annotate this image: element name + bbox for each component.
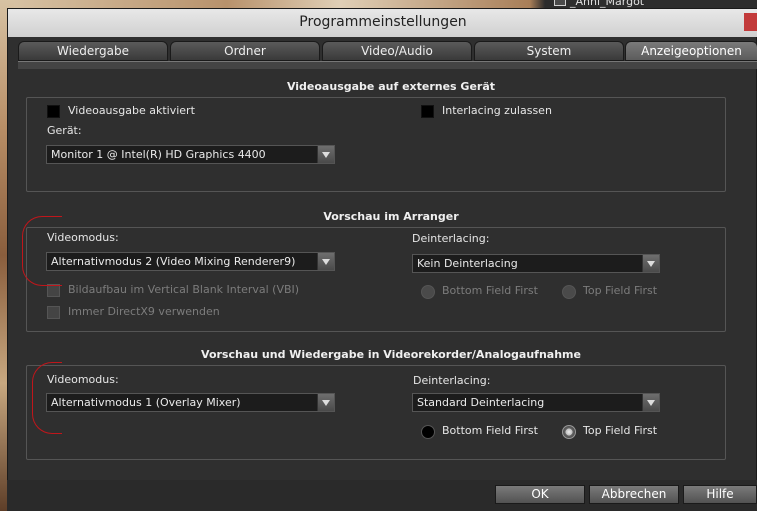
arranger-bottom-field-radio[interactable] [421,285,435,299]
arranger-deinterlacing-select[interactable]: Kein Deinterlacing [412,254,660,273]
cancel-button[interactable]: Abbrechen [589,485,679,504]
device-select[interactable]: Monitor 1 @ Intel(R) HD Graphics 4400 [46,145,335,164]
arranger-top-field-label: Top Field First [583,284,658,297]
section-title-external-output: Videoausgabe auf externes Gerät [286,80,496,93]
tab-strip-divider [18,61,757,69]
recorder-deinterlacing-select[interactable]: Standard Deinterlacing [412,393,660,412]
recorder-videomode-value: Alternativmodus 1 (Overlay Mixer) [51,396,241,409]
arranger-videomode-value: Alternativmodus 2 (Video Mixing Renderer… [51,255,296,268]
directx9-label: Immer DirectX9 verwenden [68,305,220,318]
vbi-label: Bildaufbau im Vertical Blank Interval (V… [68,283,300,296]
recorder-videomode-select[interactable]: Alternativmodus 1 (Overlay Mixer) [46,393,335,412]
file-icon [554,0,566,6]
arranger-deinterlacing-value: Kein Deinterlacing [417,257,518,270]
annotation-mark-recorder [32,362,62,434]
annotation-mark-arranger [22,216,62,286]
chevron-down-icon [642,394,659,411]
interlacing-checkbox[interactable] [421,105,434,118]
device-select-value: Monitor 1 @ Intel(R) HD Graphics 4400 [51,148,266,161]
section-title-arranger-preview: Vorschau im Arranger [323,210,459,223]
video-output-checkbox[interactable] [47,105,60,118]
device-label: Gerät: [47,124,82,137]
chevron-down-icon [317,146,334,163]
dialog-title: Programmeinstellungen [299,14,467,30]
tab-wiedergabe[interactable]: Wiedergabe [18,41,168,61]
section-title-recorder-preview: Vorschau und Wiedergabe in Videorekorder… [201,348,581,361]
close-button[interactable] [744,13,757,31]
arranger-bottom-field-label: Bottom Field First [442,284,538,297]
recorder-preview-group [26,365,726,460]
directx9-checkbox[interactable] [47,306,60,319]
title-bar[interactable]: Programmeinstellungen [8,9,757,37]
recorder-bottom-field-label: Bottom Field First [442,424,538,437]
recorder-bottom-field-radio[interactable] [421,425,435,439]
tab-ordner[interactable]: Ordner [170,41,320,61]
tab-anzeigeoptionen[interactable]: Anzeigeoptionen [625,41,757,61]
arranger-videomode-select[interactable]: Alternativmodus 2 (Video Mixing Renderer… [46,252,335,271]
chevron-down-icon [317,253,334,270]
background-file-label: _Anni_Margot [570,0,645,8]
arranger-deinterlacing-label: Deinterlacing: [412,232,490,245]
help-button[interactable]: Hilfe [683,485,757,504]
recorder-top-field-label: Top Field First [583,424,658,437]
tab-video-audio[interactable]: Video/Audio [322,41,472,61]
recorder-top-field-radio[interactable] [562,425,576,439]
chevron-down-icon [642,255,659,272]
video-output-label: Videoausgabe aktiviert [68,104,195,117]
tab-system[interactable]: System [474,41,624,61]
recorder-deinterlacing-value: Standard Deinterlacing [417,396,545,409]
chevron-down-icon [317,394,334,411]
recorder-deinterlacing-label: Deinterlacing: [413,374,491,387]
ok-button[interactable]: OK [495,485,585,504]
interlacing-label: Interlacing zulassen [442,104,552,117]
arranger-top-field-radio[interactable] [562,285,576,299]
